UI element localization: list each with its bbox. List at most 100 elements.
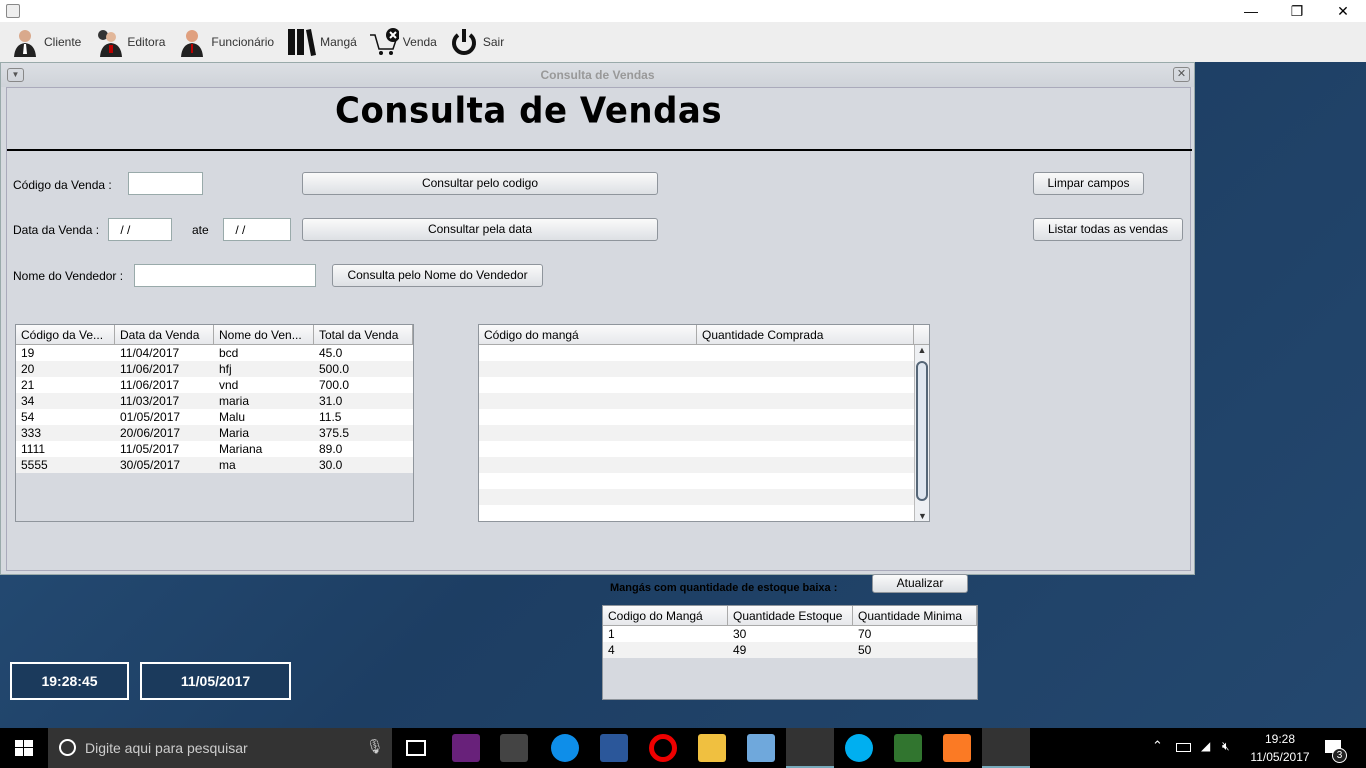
- menu-editora[interactable]: Editora: [93, 27, 165, 57]
- column-header[interactable]: Código da Ve...: [16, 325, 115, 344]
- table-cell: 30: [733, 627, 747, 641]
- table-row[interactable]: 34 11/03/2017 maria 31.0: [16, 393, 413, 409]
- table-row[interactable]: [479, 377, 929, 393]
- skype-icon[interactable]: [845, 734, 873, 762]
- search-placeholder: Digite aqui para pesquisar: [85, 740, 248, 756]
- battery-icon[interactable]: [1176, 743, 1191, 752]
- data-from-input[interactable]: / /: [108, 218, 172, 241]
- scroll-thumb[interactable]: [916, 361, 928, 501]
- scroll-up-icon[interactable]: ▲: [915, 345, 929, 355]
- teamviewer-icon[interactable]: [551, 734, 579, 762]
- menu-venda[interactable]: Venda: [369, 27, 437, 57]
- column-header[interactable]: Nome do Ven...: [214, 325, 314, 344]
- column-header[interactable]: Data da Venda: [115, 325, 214, 344]
- virtualbox-icon[interactable]: [747, 734, 775, 762]
- windows-start-icon[interactable]: [15, 740, 33, 756]
- search-box[interactable]: Digite aqui para pesquisar 🎙: [48, 728, 392, 768]
- java-app-icon[interactable]: [982, 728, 1030, 768]
- atualizar-button[interactable]: Atualizar: [872, 574, 968, 593]
- xampp-icon[interactable]: [943, 734, 971, 762]
- menu-funcionario[interactable]: Funcionário: [177, 27, 274, 57]
- table-row[interactable]: [479, 457, 929, 473]
- consultar-data-button[interactable]: Consultar pela data: [302, 218, 658, 241]
- power-icon: [449, 27, 479, 57]
- table-cell: [479, 457, 697, 473]
- scrollbar[interactable]: ▲ ▼: [914, 345, 929, 521]
- table-row[interactable]: 19 11/04/2017 bcd 45.0: [16, 345, 413, 361]
- frame-title: Consulta de Vendas: [1, 63, 1194, 87]
- table-cell: [697, 345, 914, 361]
- scroll-down-icon[interactable]: ▼: [915, 511, 929, 521]
- listar-vendas-button[interactable]: Listar todas as vendas: [1033, 218, 1183, 241]
- volume-muted-icon[interactable]: 🔇︎: [1222, 739, 1230, 754]
- menu-cliente[interactable]: Cliente: [10, 27, 81, 57]
- file-explorer-icon[interactable]: [698, 734, 726, 762]
- store-icon[interactable]: [500, 734, 528, 762]
- table-row[interactable]: 333 20/06/2017 Maria 375.5: [16, 425, 413, 441]
- minimize-button[interactable]: —: [1228, 0, 1274, 22]
- menu-sair[interactable]: Sair: [449, 27, 504, 57]
- table-row[interactable]: [479, 489, 929, 505]
- consulta-vendas-frame: Consulta de Vendas ▼ ✕ Consulta de Venda…: [0, 62, 1195, 575]
- table-cell: 1111: [21, 442, 46, 456]
- table-cell: Maria: [219, 426, 250, 440]
- estoque-title: Mangás com quantidade de estoque baixa :: [610, 582, 838, 594]
- data-label: Data da Venda :: [13, 223, 100, 237]
- table-cell: [697, 409, 914, 425]
- column-header[interactable]: Código do mangá: [479, 325, 697, 344]
- column-header[interactable]: Codigo do Mangá: [603, 606, 728, 625]
- data-to-input[interactable]: / /: [223, 218, 291, 241]
- column-header[interactable]: Quantidade Estoque: [728, 606, 853, 625]
- maximize-button[interactable]: ❐: [1274, 0, 1320, 22]
- close-button[interactable]: ✕: [1320, 0, 1366, 22]
- limpar-campos-button[interactable]: Limpar campos: [1033, 172, 1144, 195]
- table-cell: [479, 361, 697, 377]
- table-cell: [697, 457, 914, 473]
- word-icon[interactable]: [600, 734, 628, 762]
- consultar-vendedor-button[interactable]: Consulta pelo Nome do Vendedor: [332, 264, 543, 287]
- table-row[interactable]: 5555 30/05/2017 ma 30.0: [16, 457, 413, 473]
- table-row[interactable]: [479, 393, 929, 409]
- table-cell: [697, 505, 914, 521]
- tray-chevron-icon[interactable]: ⌃: [1152, 738, 1163, 754]
- table-row[interactable]: [479, 345, 929, 361]
- tray-time[interactable]: 19:28: [1250, 732, 1310, 746]
- table-row[interactable]: [479, 441, 929, 457]
- table-row[interactable]: 20 11/06/2017 hfj 500.0: [16, 361, 413, 377]
- table-row[interactable]: 4 49 50: [603, 642, 977, 658]
- ate-label: ate: [192, 223, 209, 237]
- visual-studio-icon[interactable]: [452, 734, 480, 762]
- table-cell: 19: [21, 346, 35, 360]
- table-row[interactable]: [479, 505, 929, 521]
- consultar-codigo-button[interactable]: Consultar pelo codigo: [302, 172, 658, 195]
- codigo-input[interactable]: [128, 172, 203, 195]
- task-view-icon[interactable]: [406, 740, 426, 756]
- column-header[interactable]: Total da Venda: [314, 325, 413, 344]
- table-cell: 500.0: [319, 362, 350, 376]
- table-cell: 30/05/2017: [120, 458, 181, 472]
- column-header[interactable]: Quantidade Minima: [853, 606, 977, 625]
- menu-manga[interactable]: Mangá: [286, 27, 357, 57]
- project-icon[interactable]: [894, 734, 922, 762]
- table-row[interactable]: 21 11/06/2017 vnd 700.0: [16, 377, 413, 393]
- mysql-workbench-icon[interactable]: [786, 728, 834, 768]
- opera-icon[interactable]: [649, 734, 677, 762]
- menu-label: Sair: [482, 35, 505, 49]
- frame-close-button[interactable]: ✕: [1173, 67, 1190, 82]
- wifi-icon[interactable]: ◢: [1201, 739, 1210, 753]
- table-row[interactable]: [479, 473, 929, 489]
- table-cell: 20/06/2017: [120, 426, 181, 440]
- table-row[interactable]: 1111 11/05/2017 Mariana 89.0: [16, 441, 413, 457]
- table-row[interactable]: [479, 361, 929, 377]
- menu-label: Editora: [127, 35, 166, 49]
- tray-date[interactable]: 11/05/2017: [1248, 750, 1312, 764]
- vendedor-input[interactable]: [134, 264, 316, 287]
- table-row[interactable]: [479, 409, 929, 425]
- column-header[interactable]: Quantidade Comprada: [697, 325, 914, 344]
- table-row[interactable]: 54 01/05/2017 Malu 11.5: [16, 409, 413, 425]
- table-row[interactable]: [479, 425, 929, 441]
- table-row[interactable]: 1 30 70: [603, 626, 977, 642]
- frame-menu-button[interactable]: ▼: [7, 68, 24, 82]
- table-cell: 11.5: [319, 410, 342, 424]
- microphone-icon[interactable]: 🎙: [366, 738, 384, 755]
